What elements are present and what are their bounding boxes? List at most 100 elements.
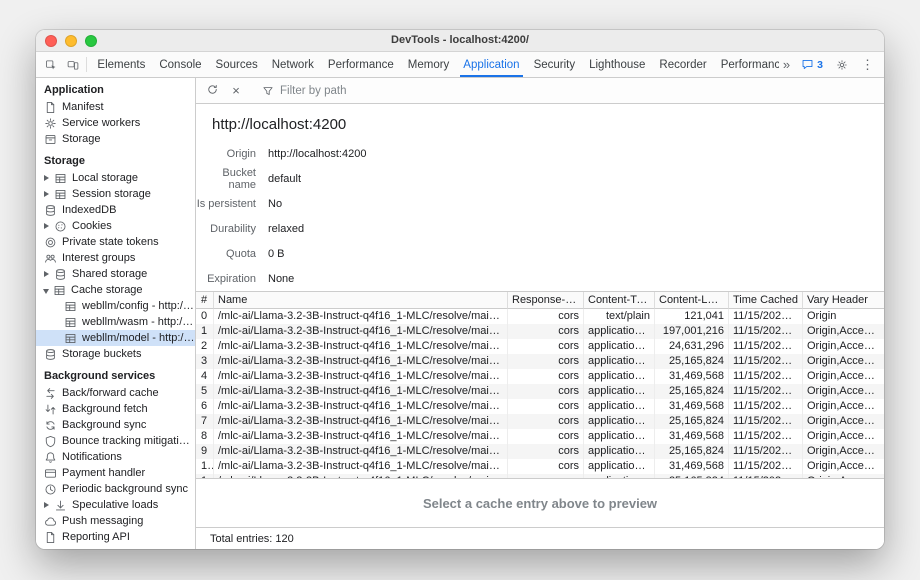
sidebar-item-webllm-wasm-http-loca[interactable]: webllm/wasm - http://loca… <box>36 314 195 330</box>
sidebar-item-label: Storage buckets <box>62 348 142 360</box>
devtools-tabs: ElementsConsoleSourcesNetworkPerformance… <box>90 52 779 77</box>
tab-sources[interactable]: Sources <box>209 52 265 77</box>
cell-content-length: 31,469,568 <box>655 429 729 444</box>
sidebar-item-webllm-config-http-loc[interactable]: webllm/config - http://loc… <box>36 298 195 314</box>
payment-handler-icon <box>43 466 57 480</box>
sidebar-item-webllm-model-http-loc[interactable]: webllm/model - http://loc… <box>36 330 195 346</box>
tab-recorder[interactable]: Recorder <box>652 52 713 77</box>
sidebar-item-storage-buckets[interactable]: Storage buckets <box>36 346 195 362</box>
table-row[interactable]: 7/mlc-ai/Llama-3.2-3B-Instruct-q4f16_1-M… <box>196 414 884 429</box>
table-row[interactable]: 9/mlc-ai/Llama-3.2-3B-Instruct-q4f16_1-M… <box>196 444 884 459</box>
cache-storage-panel: × Filter by path http://localhost:4200 O… <box>196 78 884 549</box>
sidebar-item-session-storage[interactable]: Session storage <box>36 186 195 202</box>
column-header-time-cached[interactable]: Time Cached <box>729 292 803 309</box>
table-row[interactable]: 5/mlc-ai/Llama-3.2-3B-Instruct-q4f16_1-M… <box>196 384 884 399</box>
sidebar-item-cache-storage[interactable]: Cache storage <box>36 282 195 298</box>
chevron-down-icon[interactable] <box>43 289 49 294</box>
column-header-content-length[interactable]: Content-Length <box>655 292 729 309</box>
local-storage-icon <box>53 171 67 185</box>
column-header-number[interactable]: # <box>196 292 214 309</box>
tab-memory[interactable]: Memory <box>401 52 457 77</box>
table-row[interactable]: 6/mlc-ai/Llama-3.2-3B-Instruct-q4f16_1-M… <box>196 399 884 414</box>
cell-response-type: cors <box>508 324 584 339</box>
chevron-right-icon[interactable] <box>44 223 49 229</box>
sidebar-item-private-state-tokens[interactable]: Private state tokens <box>36 234 195 250</box>
cell-name: /mlc-ai/Llama-3.2-3B-Instruct-q4f16_1-ML… <box>214 309 508 324</box>
tab-performance[interactable]: Performance <box>321 52 401 77</box>
column-header-content-type[interactable]: Content-Type <box>584 292 655 309</box>
inspect-element-button[interactable] <box>40 52 62 77</box>
sidebar-item-periodic-background-sync[interactable]: Periodic background sync <box>36 481 195 497</box>
tab-label: Security <box>534 59 576 71</box>
more-tabs-button[interactable]: » <box>779 58 794 71</box>
sidebar-item-local-storage[interactable]: Local storage <box>36 170 195 186</box>
sidebar-item-notifications[interactable]: Notifications <box>36 449 195 465</box>
cell-content-length: 121,041 <box>655 309 729 324</box>
metadata-row-bucket-name: Bucket namedefault <box>196 166 884 191</box>
cell-number: 3 <box>196 354 214 369</box>
sidebar-item-label: Session storage <box>72 188 151 200</box>
issues-badge[interactable]: 3 <box>797 58 827 71</box>
sidebar-item-shared-storage[interactable]: Shared storage <box>36 266 195 282</box>
refresh-button[interactable] <box>201 80 223 102</box>
table-row[interactable]: 2/mlc-ai/Llama-3.2-3B-Instruct-q4f16_1-M… <box>196 339 884 354</box>
sidebar-item-speculative-loads[interactable]: Speculative loads <box>36 497 195 513</box>
minimize-window-button[interactable] <box>65 35 77 47</box>
cell-vary-header: Origin,Access… <box>803 444 884 459</box>
metadata-label: Bucket name <box>196 167 268 191</box>
chevron-right-icon[interactable] <box>44 175 49 181</box>
table-row[interactable]: 1/mlc-ai/Llama-3.2-3B-Instruct-q4f16_1-M… <box>196 324 884 339</box>
table-row[interactable]: 8/mlc-ai/Llama-3.2-3B-Instruct-q4f16_1-M… <box>196 429 884 444</box>
column-header-response-type[interactable]: Response-Type <box>508 292 584 309</box>
table-row[interactable]: 0/mlc-ai/Llama-3.2-3B-Instruct-q4f16_1-M… <box>196 309 884 324</box>
sidebar-item-bounce-tracking-mitigations[interactable]: Bounce tracking mitigations <box>36 433 195 449</box>
column-header-name[interactable]: Name <box>214 292 508 309</box>
reporting-api-icon <box>43 530 57 544</box>
sidebar-item-interest-groups[interactable]: Interest groups <box>36 250 195 266</box>
sidebar-item-manifest[interactable]: Manifest <box>36 99 195 115</box>
gear-icon <box>836 59 848 71</box>
chevron-right-icon[interactable] <box>44 502 49 508</box>
close-icon: × <box>232 83 240 98</box>
sidebar-item-cookies[interactable]: Cookies <box>36 218 195 234</box>
sidebar-item-reporting-api[interactable]: Reporting API <box>36 529 195 545</box>
sidebar-item-background-fetch[interactable]: Background fetch <box>36 401 195 417</box>
clear-button[interactable]: × <box>225 80 247 102</box>
sidebar-item-push-messaging[interactable]: Push messaging <box>36 513 195 529</box>
tab-network[interactable]: Network <box>265 52 321 77</box>
tab-application[interactable]: Application <box>456 52 526 77</box>
sidebar-item-background-sync[interactable]: Background sync <box>36 417 195 433</box>
settings-button[interactable] <box>830 59 854 71</box>
filter-input[interactable]: Filter by path <box>258 85 879 97</box>
close-window-button[interactable] <box>45 35 57 47</box>
chevron-right-icon[interactable] <box>44 191 49 197</box>
metadata-value: relaxed <box>268 223 304 235</box>
sidebar-item-service-workers[interactable]: Service workers <box>36 115 195 131</box>
tab-elements[interactable]: Elements <box>90 52 152 77</box>
chevron-right-icon[interactable] <box>44 271 49 277</box>
tab-performance-insights[interactable]: Performance insights <box>714 52 779 77</box>
tab-lighthouse[interactable]: Lighthouse <box>582 52 652 77</box>
table-row[interactable]: 3/mlc-ai/Llama-3.2-3B-Instruct-q4f16_1-M… <box>196 354 884 369</box>
session-storage-icon <box>53 187 67 201</box>
devtools-window: DevTools - localhost:4200/ ElementsConso… <box>36 30 884 549</box>
tab-security[interactable]: Security <box>527 52 583 77</box>
table-row[interactable]: 4/mlc-ai/Llama-3.2-3B-Instruct-q4f16_1-M… <box>196 369 884 384</box>
preview-placeholder: Select a cache entry above to preview <box>196 478 884 527</box>
sidebar-item-back-forward-cache[interactable]: Back/forward cache <box>36 385 195 401</box>
toolbar-right-controls: » 3 ⋮ <box>779 52 884 77</box>
tab-console[interactable]: Console <box>152 52 208 77</box>
cell-vary-header: Origin,Access… <box>803 399 884 414</box>
zoom-window-button[interactable] <box>85 35 97 47</box>
sidebar-item-storage[interactable]: Storage <box>36 131 195 147</box>
menu-button[interactable]: ⋮ <box>857 58 878 71</box>
cache-origin-title: http://localhost:4200 <box>196 104 884 141</box>
sidebar-item-indexeddb[interactable]: IndexedDB <box>36 202 195 218</box>
sidebar-item-label: Private state tokens <box>62 236 159 248</box>
metadata-label: Is persistent <box>196 198 268 210</box>
table-row[interactable]: 10/mlc-ai/Llama-3.2-3B-Instruct-q4f16_1-… <box>196 459 884 474</box>
column-header-vary-header[interactable]: Vary Header <box>803 292 884 309</box>
interest-groups-icon <box>43 251 57 265</box>
device-toolbar-button[interactable] <box>62 52 84 77</box>
sidebar-item-payment-handler[interactable]: Payment handler <box>36 465 195 481</box>
